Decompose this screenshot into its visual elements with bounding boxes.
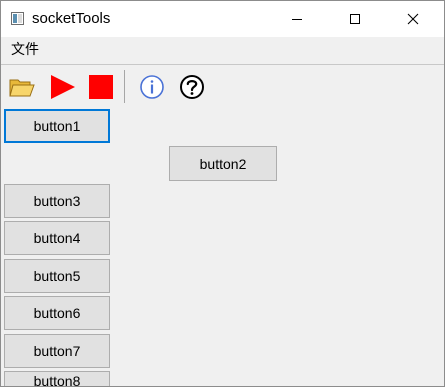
- toolbar-divider: [124, 70, 125, 103]
- title-bar[interactable]: socketTools: [1, 1, 444, 37]
- stop-icon: [89, 75, 113, 99]
- start-button[interactable]: [47, 72, 77, 102]
- menu-bar: 文件: [1, 37, 444, 63]
- menu-item-file[interactable]: 文件: [11, 41, 39, 59]
- help-icon: [180, 75, 204, 99]
- play-icon: [51, 75, 75, 99]
- info-icon: [140, 75, 164, 99]
- close-button[interactable]: [390, 1, 436, 37]
- close-icon: [407, 13, 419, 25]
- info-button[interactable]: [137, 72, 167, 102]
- button-6[interactable]: button6: [4, 296, 110, 330]
- window-title: socketTools: [32, 10, 111, 27]
- folder-open-icon: [9, 79, 35, 97]
- minimize-icon: [292, 19, 302, 20]
- button-8[interactable]: button8: [4, 371, 110, 386]
- button-3[interactable]: button3: [4, 184, 110, 218]
- app-window: socketTools 文件 button1 button2 button3 b…: [0, 0, 445, 387]
- open-button[interactable]: [7, 72, 37, 102]
- button-4[interactable]: button4: [4, 221, 110, 255]
- app-window-icon: [11, 12, 24, 25]
- button-7[interactable]: button7: [4, 334, 110, 368]
- button-1[interactable]: button1: [4, 109, 110, 143]
- stop-button[interactable]: [86, 72, 116, 102]
- maximize-button[interactable]: [332, 1, 378, 37]
- minimize-button[interactable]: [274, 1, 320, 37]
- button-2[interactable]: button2: [169, 146, 277, 181]
- maximize-icon: [350, 14, 360, 24]
- button-5[interactable]: button5: [4, 259, 110, 293]
- toolbar: [1, 65, 444, 107]
- help-button[interactable]: [177, 72, 207, 102]
